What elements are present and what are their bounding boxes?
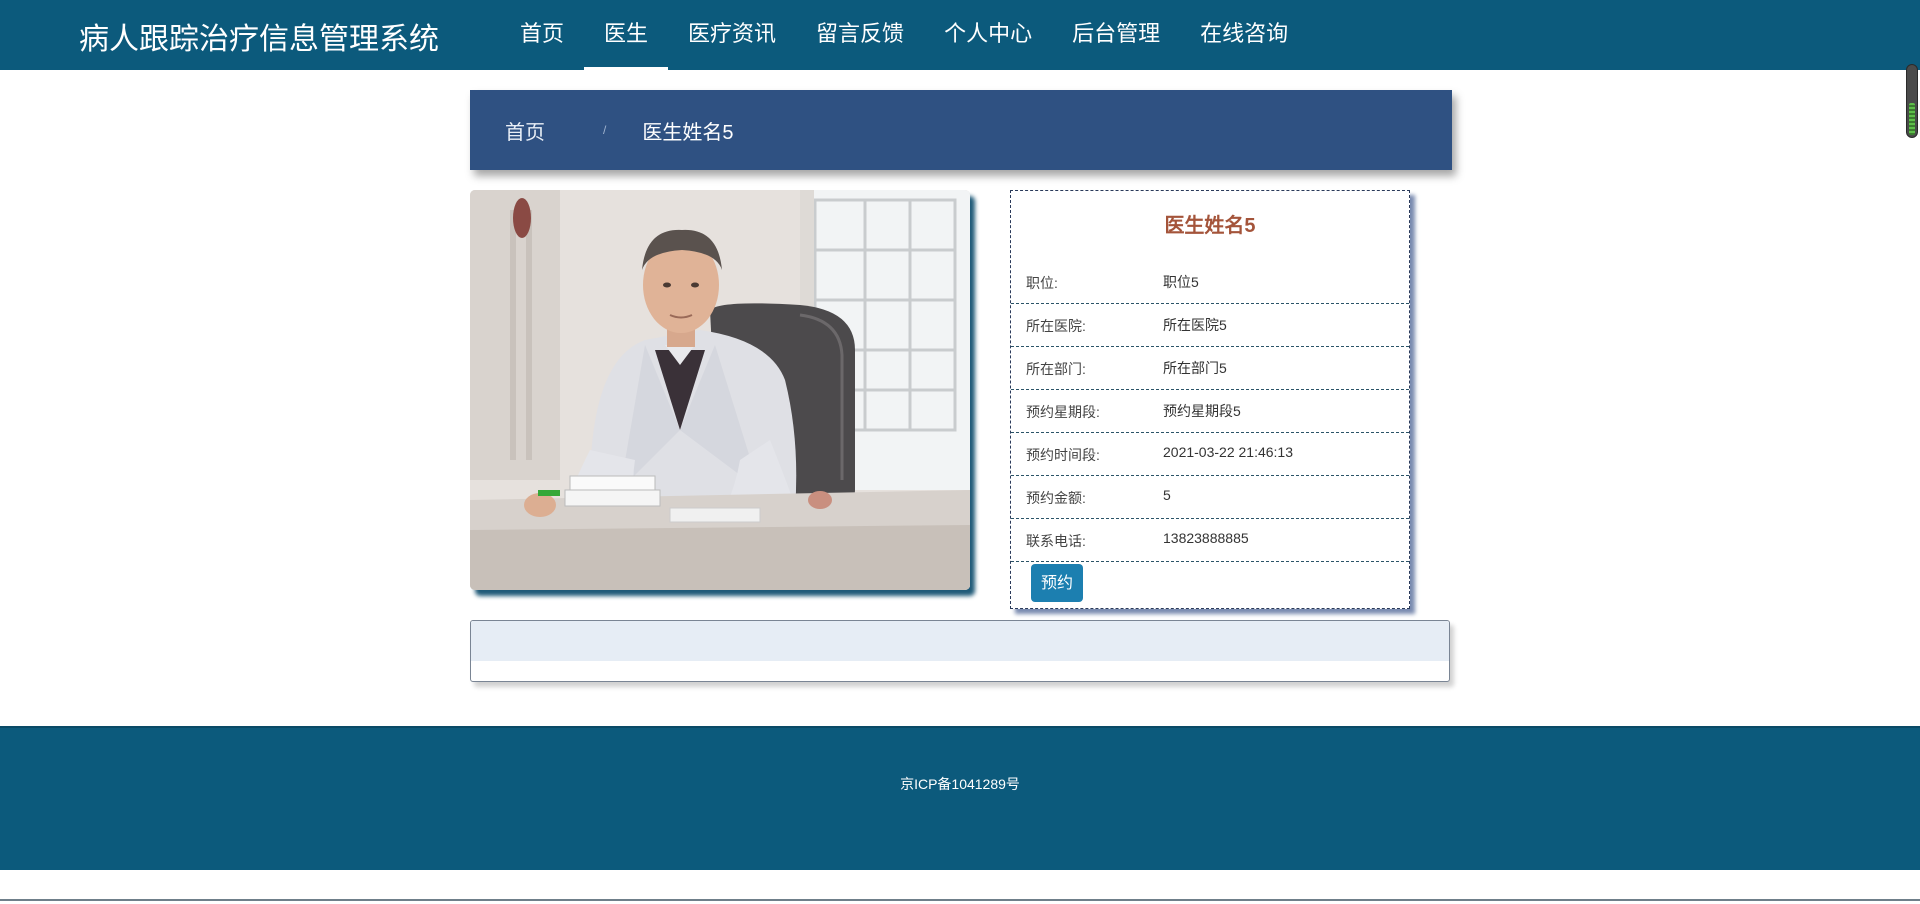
nav-item-user-center[interactable]: 个人中心 xyxy=(924,0,1052,70)
breadcrumb-separator: / xyxy=(603,123,607,137)
breadcrumb: 首页 / 医生姓名5 xyxy=(470,90,1452,170)
info-value: 2021-03-22 21:46:13 xyxy=(1163,444,1293,460)
doctor-photo-illustration xyxy=(470,190,970,590)
nav-item-medical-news[interactable]: 医疗资讯 xyxy=(668,0,796,70)
scrollbar-grip xyxy=(1909,103,1915,135)
doctor-name: 医生姓名5 xyxy=(1164,215,1256,237)
breadcrumb-home-link[interactable]: 首页 xyxy=(505,116,545,145)
main-nav: 首页 医生 医疗资讯 留言反馈 个人中心 后台管理 在线咨询 xyxy=(500,0,1308,70)
info-row-booking-weekday: 预约星期段: 预约星期段5 xyxy=(1011,390,1409,433)
book-appointment-button[interactable]: 预约 xyxy=(1031,564,1083,602)
doctor-info-panel: 医生姓名5 职位: 职位5 所在医院: 所在医院5 所在部门: 所在部门5 预约… xyxy=(1010,190,1410,609)
footer: 京ICP备1041289号 xyxy=(0,726,1920,870)
breadcrumb-current: 医生姓名5 xyxy=(642,121,734,144)
info-label: 预约时间段: xyxy=(1026,447,1100,463)
top-nav-bar: 病人跟踪治疗信息管理系统 首页 医生 医疗资讯 留言反馈 个人中心 后台管理 在… xyxy=(0,0,1920,70)
info-label: 所在部门: xyxy=(1026,361,1086,377)
info-label: 预约金额: xyxy=(1026,490,1086,506)
nav-item-doctor[interactable]: 医生 xyxy=(584,0,669,70)
page-scrollbar-thumb[interactable] xyxy=(1906,64,1918,138)
info-label: 所在医院: xyxy=(1026,318,1086,334)
info-value: 13823888885 xyxy=(1163,530,1249,546)
footer-icp: 京ICP备1041289号 xyxy=(900,776,1020,792)
info-value: 职位5 xyxy=(1163,274,1199,290)
nav-item-feedback[interactable]: 留言反馈 xyxy=(796,0,924,70)
info-row-booking-fee: 预约金额: 5 xyxy=(1011,476,1409,519)
info-row-department: 所在部门: 所在部门5 xyxy=(1011,347,1409,390)
nav-item-online-consult[interactable]: 在线咨询 xyxy=(1180,0,1308,70)
nav-item-admin[interactable]: 后台管理 xyxy=(1052,0,1180,70)
detail-content-box xyxy=(470,620,1450,682)
info-label: 联系电话: xyxy=(1026,533,1086,549)
bottom-divider xyxy=(0,899,1920,901)
info-row-hospital: 所在医院: 所在医院5 xyxy=(1011,304,1409,347)
info-row-phone: 联系电话: 13823888885 xyxy=(1011,519,1409,562)
nav-item-home[interactable]: 首页 xyxy=(500,0,584,70)
info-value: 所在部门5 xyxy=(1163,360,1227,376)
doctor-photo xyxy=(470,190,970,590)
info-row-position: 职位: 职位5 xyxy=(1011,261,1409,304)
site-title[interactable]: 病人跟踪治疗信息管理系统 xyxy=(79,14,439,58)
info-label: 预约星期段: xyxy=(1026,404,1100,420)
info-label: 职位: xyxy=(1026,275,1058,291)
info-value: 所在医院5 xyxy=(1163,317,1227,333)
info-value: 5 xyxy=(1163,487,1171,503)
info-row-booking-time: 预约时间段: 2021-03-22 21:46:13 xyxy=(1011,433,1409,476)
detail-content-header xyxy=(471,621,1449,661)
info-value: 预约星期段5 xyxy=(1163,403,1241,419)
